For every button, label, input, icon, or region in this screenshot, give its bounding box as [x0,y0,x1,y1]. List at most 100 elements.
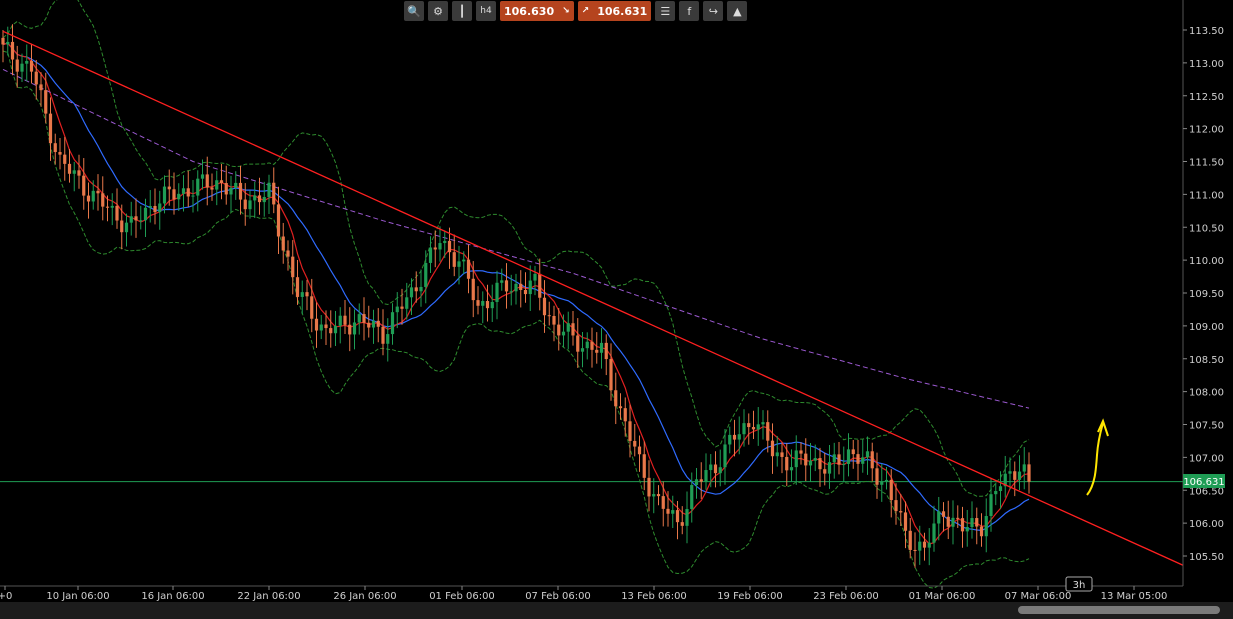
candle-body [390,312,395,335]
candle-body [162,186,167,204]
candle-body [362,314,366,323]
candle-body [623,408,627,422]
candle-body [637,446,642,455]
candle-body [965,527,969,532]
candle-body [747,423,751,428]
candlestick-chart[interactable]: 113.50 113.00 112.50 112.00 111.50 111.00 110.… [0,0,1233,602]
candle-body [115,205,119,221]
price-tick-label: 112.00 [1189,125,1224,136]
share-icon[interactable]: ↪ [703,1,724,21]
facebook-icon[interactable]: f [679,1,700,21]
time-remaining-badge: 3h [1065,576,1093,592]
candle-body [319,324,323,331]
candle-body [523,289,528,295]
candle-body [267,182,271,198]
candle-body [680,522,684,526]
candle-body [310,296,314,319]
candle-body [343,315,347,325]
trader-icon[interactable]: ▲ [727,1,748,21]
candle-body [998,486,1003,492]
candle-body [837,454,841,465]
candle-body [718,467,722,474]
indicator-settings-icon[interactable]: ⚙ [428,1,448,21]
candle-body [813,458,817,461]
candle-body [428,247,433,263]
candle-body [229,187,233,195]
candle-body [219,180,224,184]
candle-body [542,297,547,316]
candle-body [1027,464,1031,482]
candle-body [875,468,879,485]
candle-body [82,175,86,196]
candle-body [709,464,713,471]
candle-body [846,449,851,464]
zoom-icon[interactable]: 🔍 [404,1,424,21]
chart-type-icon[interactable]: ┃ [452,1,472,21]
time-tick-label: 01 Mar 06:00 [909,591,976,602]
candle-body [913,549,917,551]
candle-body [181,188,186,194]
candle-body [884,479,889,482]
candle-body [552,315,556,325]
price-tick-label: 110.50 [1189,223,1224,234]
candle-body [628,421,632,441]
candle-body [979,526,984,537]
candle-body [785,456,789,471]
candle-body [329,328,333,334]
candle-body [685,508,689,526]
candle-body [481,301,485,306]
list-icon[interactable]: ☰ [655,1,676,21]
candle-body [272,182,276,205]
candle-body [424,262,428,287]
candle-body [466,259,471,279]
arrow-down-icon: ↘ [562,6,570,16]
candle-body [922,541,927,548]
candle-body [823,469,827,474]
svg-text:106.631: 106.631 [1183,477,1224,488]
candle-body [15,59,19,72]
candle-body [29,60,34,72]
candle-body [566,323,570,332]
candle-body [447,240,452,253]
current-price-label: 106.631 [1183,474,1225,488]
price-tick-label: 108.50 [1189,355,1224,366]
candle-body [371,320,376,328]
candle-body [314,318,319,331]
candle-body [215,180,219,190]
candle-body [519,283,523,290]
candle-body [614,390,618,407]
candle-body [25,60,29,64]
candle-body [357,314,361,323]
price-tick-label: 109.00 [1189,322,1224,333]
candle-body [134,216,138,221]
candle-body [908,530,912,550]
candle-body [590,341,594,350]
candle-body [713,464,718,474]
candle-body [533,273,537,281]
candle-body [984,516,988,537]
timeframe-button[interactable]: h4 [476,1,496,21]
candle-body [72,170,76,174]
candle-body [433,247,437,250]
candle-body [348,324,352,335]
candle-body [927,542,931,548]
candle-body [932,523,936,543]
candle-body [666,508,670,514]
candle-body [238,182,243,200]
horizontal-scrollbar-thumb[interactable] [1018,606,1220,614]
candle-body [789,467,794,471]
time-tick-label: 13 Feb 06:00 [621,591,687,602]
candle-body [861,457,865,464]
candle-body [300,292,304,297]
candle-body [381,326,385,344]
sell-price-button[interactable]: 106.630 ↘ [500,1,574,21]
candle-body [1,37,5,45]
candle-body [367,322,371,328]
candle-body [994,491,998,495]
price-tick-label: 113.00 [1189,59,1224,70]
candle-body [618,406,623,409]
buy-price-button[interactable]: ↗ 106.631 [577,1,652,21]
candle-body [400,306,404,309]
candle-body [352,322,357,335]
candle-body [970,518,974,528]
